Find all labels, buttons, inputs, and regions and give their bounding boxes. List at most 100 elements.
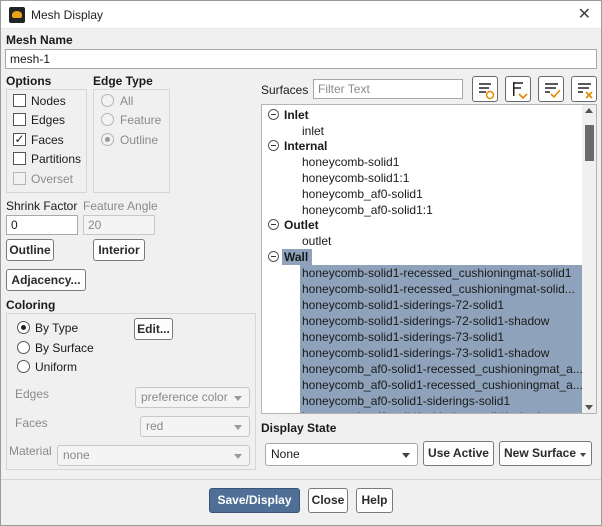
collapse-icon[interactable] bbox=[268, 140, 279, 151]
close-button[interactable]: Close bbox=[308, 488, 348, 513]
mesh-name-input[interactable]: mesh-1 bbox=[5, 49, 597, 69]
mesh-display-dialog: Mesh Display ✕ Mesh Name mesh-1 Options … bbox=[0, 0, 602, 526]
footer-divider bbox=[1, 479, 601, 480]
shrink-factor-label: Shrink Factor bbox=[6, 199, 78, 213]
display-state-value: None bbox=[271, 447, 300, 461]
collapse-icon[interactable] bbox=[268, 109, 279, 120]
new-surface-button[interactable]: New Surface bbox=[499, 441, 592, 466]
new-surface-label: New Surface bbox=[504, 446, 577, 460]
material-select[interactable]: none bbox=[57, 445, 250, 466]
select-all-icon bbox=[479, 83, 495, 100]
nodes-label: Nodes bbox=[31, 94, 66, 108]
material-value: none bbox=[63, 448, 90, 462]
outline-button[interactable]: Outline bbox=[6, 239, 54, 261]
collapse-icon[interactable] bbox=[268, 219, 279, 230]
title-bar: Mesh Display ✕ bbox=[1, 1, 601, 29]
list-item[interactable]: honeycomb_af0-solid1-siderings-solid1-sh… bbox=[300, 409, 582, 413]
edit-button[interactable]: Edit... bbox=[134, 318, 173, 340]
edges-color-select[interactable]: preference color bbox=[135, 387, 250, 408]
by-surface-label: By Surface bbox=[35, 341, 94, 355]
adjacency-button[interactable]: Adjacency... bbox=[6, 269, 86, 291]
group-outlet[interactable]: Outlet bbox=[284, 217, 319, 233]
surfaces-label: Surfaces bbox=[261, 83, 309, 97]
partitions-checkbox[interactable] bbox=[13, 152, 26, 165]
overset-checkbox[interactable] bbox=[13, 172, 26, 185]
list-item[interactable]: honeycomb_af0-solid1:1 bbox=[302, 202, 433, 218]
chevron-down-icon bbox=[402, 453, 410, 458]
list-item[interactable]: honeycomb_af0-solid1-recessed_cushioning… bbox=[300, 377, 583, 393]
surfaces-list[interactable]: Inlet inlet Internal honeycomb-solid1 ho… bbox=[261, 104, 597, 414]
feature-angle-label: Feature Angle bbox=[83, 199, 158, 213]
list-item[interactable]: honeycomb-solid1-siderings-72-solid1-sha… bbox=[300, 313, 582, 329]
deselect-all-button[interactable] bbox=[571, 76, 597, 102]
fluent-app-icon bbox=[9, 7, 25, 23]
window-title: Mesh Display bbox=[31, 8, 104, 22]
edge-outline-label: Outline bbox=[120, 133, 159, 147]
edge-all-label: All bbox=[120, 94, 134, 108]
faces-color-label: Faces bbox=[15, 416, 48, 430]
list-item[interactable]: honeycomb_af0-solid1-recessed_cushioning… bbox=[300, 361, 583, 377]
list-item[interactable]: honeycomb-solid1-siderings-72-solid1 bbox=[300, 297, 582, 313]
edges-color-value: preference color bbox=[141, 390, 228, 404]
edges-checkbox[interactable] bbox=[13, 113, 26, 126]
display-state-select[interactable]: None bbox=[265, 443, 418, 466]
by-type-label: By Type bbox=[35, 321, 79, 335]
surfaces-scrollbar[interactable] bbox=[582, 105, 596, 413]
save-display-button[interactable]: Save/Display bbox=[209, 488, 300, 513]
by-type-radio[interactable] bbox=[17, 321, 30, 334]
faces-checkbox[interactable]: ✓ bbox=[13, 133, 26, 146]
chevron-down-icon bbox=[234, 396, 242, 401]
collapse-icon[interactable] bbox=[268, 251, 279, 262]
list-item[interactable]: honeycomb-solid1:1 bbox=[302, 170, 409, 186]
edge-type-label: Edge Type bbox=[93, 74, 153, 88]
edges-color-label: Edges bbox=[15, 387, 50, 401]
uniform-radio[interactable] bbox=[17, 360, 30, 373]
close-icon[interactable]: ✕ bbox=[578, 4, 591, 24]
deselect-group-icon bbox=[513, 82, 528, 100]
edge-outline-radio[interactable] bbox=[101, 133, 114, 146]
scroll-up-arrow-icon[interactable] bbox=[585, 108, 593, 113]
edges-label: Edges bbox=[31, 113, 66, 127]
list-item[interactable]: honeycomb_af0-solid1-siderings-solid1 bbox=[300, 393, 582, 409]
options-label: Options bbox=[6, 74, 52, 88]
mesh-name-label: Mesh Name bbox=[6, 33, 73, 47]
overset-label: Overset bbox=[31, 172, 74, 186]
interior-button[interactable]: Interior bbox=[93, 239, 145, 261]
list-item[interactable]: honeycomb-solid1-recessed_cushioningmat-… bbox=[300, 265, 582, 281]
chevron-down-icon bbox=[580, 453, 586, 457]
group-inlet[interactable]: Inlet bbox=[284, 107, 309, 123]
select-all-check-icon bbox=[545, 83, 561, 99]
use-active-button[interactable]: Use Active bbox=[423, 441, 494, 466]
list-item[interactable]: honeycomb-solid1-siderings-73-solid1-sha… bbox=[300, 345, 582, 361]
list-item[interactable]: honeycomb-solid1 bbox=[302, 154, 399, 170]
list-item[interactable]: outlet bbox=[302, 233, 331, 249]
deselect-all-icon bbox=[578, 83, 593, 99]
coloring-label: Coloring bbox=[6, 298, 56, 312]
faces-color-select[interactable]: red bbox=[140, 416, 250, 437]
group-wall[interactable]: Wall bbox=[282, 249, 312, 265]
by-surface-radio[interactable] bbox=[17, 341, 30, 354]
select-all-surfaces-button[interactable] bbox=[472, 76, 498, 102]
select-checked-button[interactable] bbox=[538, 76, 564, 102]
surface-filter-input[interactable]: Filter Text bbox=[313, 79, 463, 99]
scroll-thumb[interactable] bbox=[585, 125, 594, 161]
group-internal[interactable]: Internal bbox=[284, 138, 327, 154]
edge-feature-radio[interactable] bbox=[101, 113, 114, 126]
group-surfaces-button[interactable] bbox=[505, 76, 531, 102]
edge-feature-label: Feature bbox=[120, 113, 162, 127]
display-state-label: Display State bbox=[261, 421, 337, 435]
chevron-down-icon bbox=[234, 454, 242, 459]
list-item[interactable]: honeycomb_af0-solid1 bbox=[302, 186, 423, 202]
list-item[interactable]: inlet bbox=[302, 123, 324, 139]
help-button[interactable]: Help bbox=[356, 488, 393, 513]
feature-angle-input[interactable]: 20 bbox=[83, 215, 155, 235]
shrink-factor-input[interactable]: 0 bbox=[6, 215, 78, 235]
list-item[interactable]: honeycomb-solid1-siderings-73-solid1 bbox=[300, 329, 582, 345]
scroll-down-arrow-icon[interactable] bbox=[585, 405, 593, 410]
edge-all-radio[interactable] bbox=[101, 94, 114, 107]
faces-label: Faces bbox=[31, 133, 64, 147]
uniform-label: Uniform bbox=[35, 360, 78, 374]
nodes-checkbox[interactable] bbox=[13, 94, 26, 107]
partitions-label: Partitions bbox=[31, 152, 82, 166]
list-item[interactable]: honeycomb-solid1-recessed_cushioningmat-… bbox=[300, 281, 582, 297]
